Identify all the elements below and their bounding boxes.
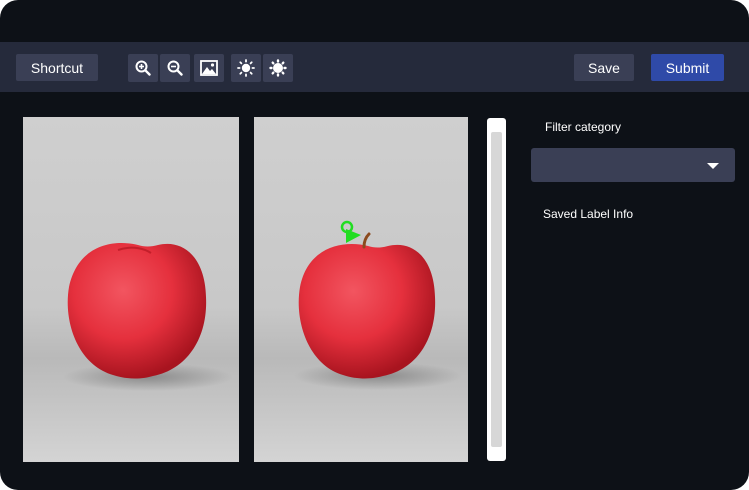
brightness-down-icon — [269, 59, 287, 77]
annotation-canvas[interactable] — [254, 117, 468, 462]
image-icon — [200, 60, 218, 76]
zoom-out-button[interactable] — [160, 54, 190, 82]
image-button[interactable] — [194, 54, 224, 82]
filter-category-label: Filter category — [545, 120, 622, 134]
submit-button[interactable]: Submit — [651, 54, 724, 81]
filter-category-select[interactable] — [531, 148, 735, 182]
zoom-in-icon — [135, 60, 151, 76]
shortcut-button[interactable]: Shortcut — [16, 54, 98, 81]
brightness-down-button[interactable] — [263, 54, 293, 82]
app-window: Shortcut Save Submit Filter category Sav… — [0, 0, 749, 490]
zoom-out-icon — [167, 60, 183, 76]
zoom-in-button[interactable] — [128, 54, 158, 82]
brightness-up-icon — [237, 59, 255, 77]
vertical-scrollbar[interactable] — [487, 118, 506, 461]
toolbar: Shortcut Save Submit — [0, 42, 749, 92]
chevron-down-icon — [707, 163, 719, 169]
save-button[interactable]: Save — [574, 54, 634, 81]
scrollbar-thumb[interactable] — [491, 132, 502, 447]
saved-label-info-heading: Saved Label Info — [543, 207, 634, 221]
reference-image — [23, 117, 239, 462]
annotation-marker-icon[interactable] — [340, 220, 361, 243]
brightness-up-button[interactable] — [231, 54, 261, 82]
